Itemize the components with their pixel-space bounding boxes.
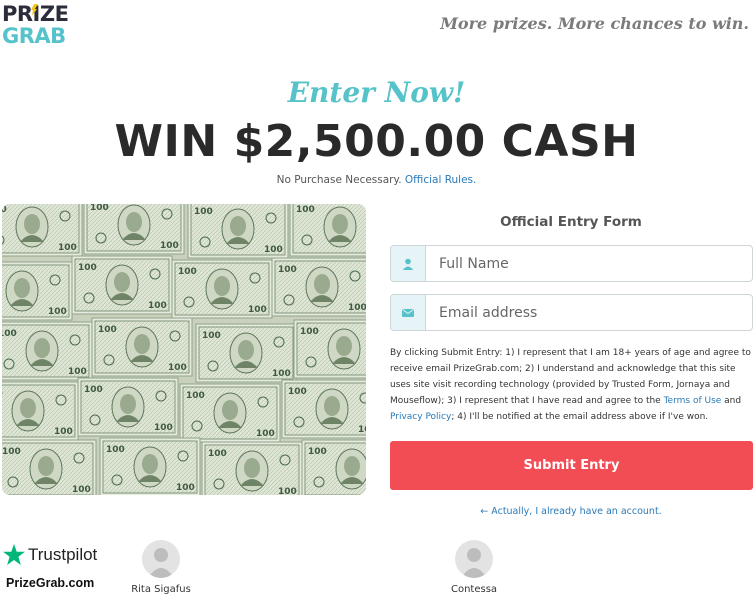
cash-prize-image: 100 100 (2, 204, 366, 495)
email-field[interactable] (390, 294, 753, 331)
reviewer-name: Contessa (450, 584, 498, 595)
review-card: Rita Sigafus (106, 540, 216, 595)
official-rules-link[interactable]: Official Rules. (405, 174, 476, 186)
user-icon (391, 246, 426, 281)
logo-line-1: PRIZE (2, 2, 69, 26)
email-input[interactable] (426, 295, 752, 330)
lightning-bolt-icon (31, 4, 38, 16)
privacy-policy-link[interactable]: Privacy Policy (390, 412, 451, 422)
user-silhouette-icon (461, 548, 487, 578)
prizegrab-logo[interactable]: PRIZE GRAB (2, 4, 82, 48)
trustpilot-domain: PrizeGrab.com (6, 576, 95, 590)
entry-form-title: Official Entry Form (500, 214, 642, 230)
prize-title: WIN $2,500.00 CASH (114, 116, 639, 167)
trustpilot-label: Trustpilot (28, 544, 98, 564)
full-name-field[interactable] (390, 245, 753, 282)
trustpilot-star-icon (3, 544, 25, 565)
avatar (142, 540, 180, 578)
existing-account-link[interactable]: ← Actually, I already have an account. (390, 506, 752, 517)
logo-line-2: GRAB (2, 24, 66, 48)
user-silhouette-icon (148, 548, 174, 578)
envelope-icon (391, 295, 426, 330)
disclaimer-and: and (721, 396, 742, 406)
no-purchase-text: No Purchase Necessary. (276, 174, 402, 186)
submit-entry-button[interactable]: Submit Entry (390, 441, 753, 490)
disclaimer-text-2: ; 4) I'll be notified at the email addre… (451, 412, 709, 422)
header-tagline: More prizes. More chances to win. (440, 14, 749, 33)
trustpilot-badge[interactable]: Trustpilot (3, 544, 97, 565)
no-purchase-note: No Purchase Necessary. Official Rules. (0, 174, 753, 186)
full-name-input[interactable] (426, 246, 752, 281)
review-card: Contessa (419, 540, 529, 595)
avatar (455, 540, 493, 578)
enter-now-heading: Enter Now! (287, 76, 466, 109)
entry-disclaimer: By clicking Submit Entry: 1) I represent… (390, 345, 752, 425)
money-bills-illustration: 100 100 (2, 204, 366, 495)
reviewer-name: Rita Sigafus (131, 584, 191, 595)
terms-of-use-link[interactable]: Terms of Use (664, 396, 722, 406)
